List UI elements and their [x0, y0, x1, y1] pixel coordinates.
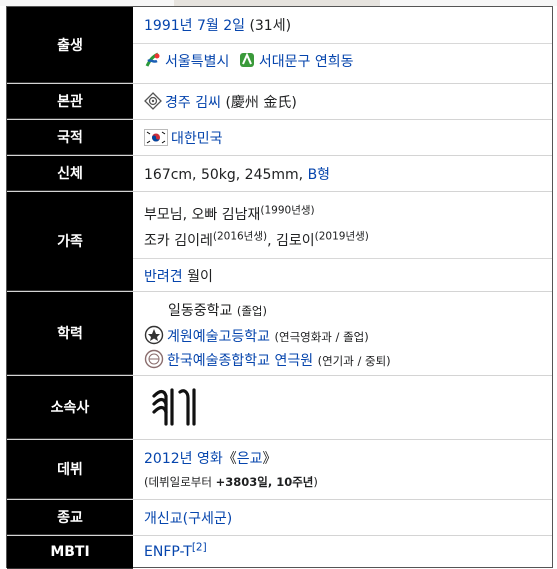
row-label: MBTI [7, 536, 133, 569]
city-link[interactable]: 서울특별시 [165, 54, 229, 70]
divider [133, 43, 552, 44]
since-value: +3803일, 10주년 [215, 475, 314, 489]
film-bracket: 》 [262, 451, 277, 467]
birth-year-note: (2019년생) [314, 230, 369, 243]
row-education: 학력 일동중학교 (졸업) 계원예술고등학교 (연극영화과 / 졸업) 한국예술… [7, 291, 552, 375]
country-link[interactable]: 대한민국 [171, 131, 223, 147]
row-value: 경주 김씨 (慶州 金氏) [133, 84, 552, 119]
seodaemun-symbol-icon[interactable] [238, 51, 256, 73]
row-agency: 소속사 [7, 375, 552, 439]
school2-link[interactable]: 계원예술고등학교 [167, 329, 270, 345]
row-label: 데뷔 [7, 440, 133, 499]
clan-link[interactable]: 경주 김씨 [165, 95, 221, 111]
school1-name: 일동중학교 [168, 303, 233, 319]
seoul-symbol-icon[interactable] [144, 51, 162, 73]
row-clan: 본관 경주 김씨 (慶州 金氏) [7, 83, 552, 119]
row-value [133, 376, 552, 439]
row-religion: 종교 개신교(구세군) [7, 499, 552, 535]
south-korea-flag-icon [144, 128, 168, 150]
row-birth: 출생 1991년 7월 2일 (31세) 서울특별시 서대문구 연희동 [7, 7, 552, 83]
row-value: 대한민국 [133, 120, 552, 155]
film-link[interactable]: 은교 [237, 451, 263, 467]
school3-note: (연기과 / 중퇴) [317, 354, 391, 368]
knua-emblem-icon [144, 349, 164, 373]
family-line2-mid: , 김로이 [267, 233, 315, 249]
clan-emblem-icon [144, 92, 162, 114]
row-label: 국적 [7, 120, 133, 155]
row-mbti: MBTI ENFP-T[2] [7, 535, 552, 569]
row-nationality: 국적 대한민국 [7, 119, 552, 155]
agency-logo-icon[interactable] [150, 386, 200, 432]
row-family: 가족 부모님, 오빠 김남재(1990년생) 조카 김이레(2016년생), 김… [7, 191, 552, 291]
row-value: 2012년 영화《은교》 (데뷔일로부터 +3803일, 10주년) [133, 440, 552, 499]
pet-name: 월이 [187, 269, 213, 285]
debut-year-link[interactable]: 2012년 영화 [144, 451, 223, 467]
mbti-link[interactable]: ENFP-T [144, 544, 192, 560]
school-emblem-icon [144, 325, 164, 349]
family-line2: 조카 김이레 [144, 233, 213, 249]
pet-link[interactable]: 반려견 [144, 269, 183, 285]
measurements-text: 167cm, 50kg, 245mm, [144, 167, 304, 183]
row-value: 일동중학교 (졸업) 계원예술고등학교 (연극영화과 / 졸업) 한국예술종합학… [133, 292, 552, 375]
row-label: 종교 [7, 500, 133, 535]
row-label: 신체 [7, 156, 133, 191]
religion-link[interactable]: 개신교(구세군) [144, 511, 232, 527]
age-text: (31세) [249, 18, 292, 34]
row-label: 소속사 [7, 376, 133, 439]
row-value: 1991년 7월 2일 (31세) 서울특별시 서대문구 연희동 [133, 7, 552, 83]
film-bracket: 《 [222, 451, 237, 467]
row-value: 부모님, 오빠 김남재(1990년생) 조카 김이레(2016년생), 김로이(… [133, 192, 552, 291]
row-label: 본관 [7, 84, 133, 119]
family-line1: 부모님, 오빠 김남재 [144, 207, 261, 223]
row-debut: 데뷔 2012년 영화《은교》 (데뷔일로부터 +3803일, 10주년) [7, 439, 552, 499]
school3-link[interactable]: 한국예술종합학교 연극원 [167, 353, 313, 369]
row-label: 가족 [7, 192, 133, 291]
reference-link[interactable]: [2] [192, 541, 207, 553]
row-value: ENFP-T[2] [133, 536, 552, 569]
row-label: 출생 [7, 7, 133, 83]
birth-date-link[interactable]: 1991년 7월 2일 [144, 18, 245, 34]
infobox-table: 출생 1991년 7월 2일 (31세) 서울특별시 서대문구 연희동 본관 경… [6, 6, 553, 569]
row-value: 개신교(구세군) [133, 500, 552, 535]
blood-type-link[interactable]: B형 [308, 167, 331, 183]
clan-hanja: (慶州 金氏) [225, 95, 297, 111]
row-body: 신체 167cm, 50kg, 245mm, B형 [7, 155, 552, 191]
district-link[interactable]: 서대문구 연희동 [259, 54, 354, 70]
divider [133, 258, 552, 259]
birth-year-note: (1990년생) [260, 204, 315, 217]
since-suffix: ) [313, 475, 318, 489]
since-prefix: (데뷔일로부터 [144, 475, 212, 489]
school2-note: (연극영화과 / 졸업) [274, 330, 369, 344]
row-value: 167cm, 50kg, 245mm, B형 [133, 156, 552, 191]
school1-note: (졸업) [236, 304, 267, 318]
birth-year-note: (2016년생) [212, 230, 268, 243]
row-label: 학력 [7, 292, 133, 375]
